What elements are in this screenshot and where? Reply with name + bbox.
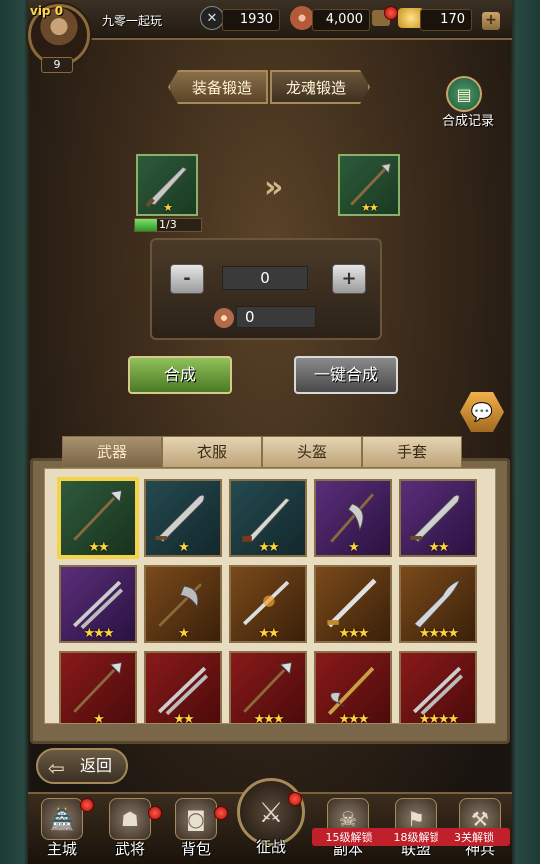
nav-bag[interactable]: ◙ 背包 <box>166 792 228 864</box>
crossed-swords-icon: ✕ <box>200 6 224 30</box>
inventory-item[interactable]: ★ <box>314 479 392 557</box>
inventory-item[interactable]: ★★ <box>229 565 307 643</box>
cost-value: 0 <box>236 306 316 328</box>
inventory-item[interactable]: ★★ <box>399 479 477 557</box>
general-icon: ☗ <box>109 798 151 840</box>
inventory-item[interactable]: ★ <box>59 651 137 724</box>
power-value: 1930 <box>222 9 280 31</box>
nav-generals[interactable]: ☗ 武将 <box>100 792 162 864</box>
progress-text: 1/3 <box>159 218 177 231</box>
notification-dot <box>80 798 94 812</box>
star-rating: ★★ <box>173 712 194 724</box>
star-rating: ★★★ <box>83 626 115 641</box>
nav-divine-weapon[interactable]: ⚒ 神兵 3关解锁 <box>438 792 510 864</box>
inventory-item[interactable]: ★★★★ <box>399 565 477 643</box>
inventory-item[interactable]: ★★ <box>229 479 307 557</box>
add-gold-button[interactable]: + <box>482 12 500 30</box>
notification-dot <box>214 806 228 820</box>
source-item-slot[interactable]: ★ <box>136 154 198 216</box>
lock-badge: 15级解锁 <box>312 828 386 846</box>
tab-weapons[interactable]: 武器 <box>62 436 162 468</box>
inventory-item[interactable]: ★★★ <box>314 565 392 643</box>
copper-coin-icon <box>214 308 234 328</box>
player-name: 九零一起玩 <box>102 14 163 28</box>
lock-badge: 3关解锁 <box>438 828 510 846</box>
nav-label: 主城 <box>46 840 77 858</box>
star-rating: ★★ <box>88 540 109 555</box>
tab-equipment-forge[interactable]: 装备锻造 <box>168 70 269 104</box>
back-label: 返回 <box>80 756 113 775</box>
target-item-slot[interactable]: ★★ <box>338 154 400 216</box>
inventory-item[interactable]: ★★★ <box>314 651 392 724</box>
vip-label: vip 0 <box>30 4 64 18</box>
inventory-item[interactable]: ★★ <box>59 479 137 557</box>
inventory-item[interactable]: ★★★ <box>59 565 137 643</box>
star-rating: ★ <box>178 540 190 555</box>
star-rating: ★ <box>348 540 360 555</box>
notification-dot <box>384 6 398 20</box>
nav-main-city[interactable]: 🏯 主城 <box>32 792 94 864</box>
copper-value: 4,000 <box>312 9 370 31</box>
tab-clothes[interactable]: 衣服 <box>162 436 262 468</box>
nav-label: 征战 <box>255 838 286 856</box>
gold-value: 170 <box>420 9 472 31</box>
tab-helmets[interactable]: 头盔 <box>262 436 362 468</box>
decrease-quantity-button[interactable]: - <box>170 264 204 294</box>
tab-dragon-soul-forge[interactable]: 龙魂锻造 <box>270 70 370 104</box>
star-rating: ★ <box>93 712 105 724</box>
star-rating: ★★★★ <box>418 626 460 641</box>
notification-dot <box>148 806 162 820</box>
bag-icon: ◙ <box>175 798 217 840</box>
inventory-item[interactable]: ★ <box>144 479 222 557</box>
synthesis-progress: 1/3 <box>134 218 202 232</box>
nav-dungeon[interactable]: ☠ 副本 15级解锁 <box>312 792 386 864</box>
star-rating: ★★★ <box>253 712 285 724</box>
increase-quantity-button[interactable]: + <box>332 264 366 294</box>
synthesis-record-label: 合成记录 <box>442 114 495 129</box>
notification-dot <box>288 792 302 806</box>
star-rating: ★★★ <box>338 712 370 724</box>
star-rating: ★★ <box>361 201 379 214</box>
chat-bubble-icon: 💬 <box>470 401 494 423</box>
star-rating: ★★ <box>258 626 279 641</box>
chevron-right-icon: » <box>264 170 284 205</box>
nav-alliance[interactable]: ⚑ 联盟 18级解锁 <box>380 792 454 864</box>
inventory-item[interactable]: ★ <box>144 565 222 643</box>
inventory-item[interactable]: ★★★★ <box>399 651 477 724</box>
scroll-icon: ▤ <box>456 84 472 104</box>
inventory-item[interactable]: ★★★ <box>229 651 307 724</box>
castle-icon: 🏯 <box>41 798 83 840</box>
nav-label: 武将 <box>114 840 145 858</box>
star-rating: ★ <box>163 201 173 214</box>
inventory-item[interactable]: ★★ <box>144 651 222 724</box>
copper-coin-icon <box>290 6 314 30</box>
quantity-field[interactable]: 0 <box>222 266 308 290</box>
nav-label: 背包 <box>180 840 211 858</box>
forge-tabs: 装备锻造 龙魂锻造 <box>168 70 372 106</box>
inventory-grid: ★★ ★ ★★ ★ ★★ ★★★ ★ ★★ ★★★ ★★★★ ★ ★★ ★★★ ★★★ ★★★★ <box>44 468 496 724</box>
star-rating: ★★ <box>428 540 449 555</box>
synthesize-button[interactable]: 合成 <box>128 356 232 394</box>
one-click-synthesize-button[interactable]: 一键合成 <box>294 356 398 394</box>
back-button[interactable]: ⇦ 返回 <box>36 748 128 784</box>
nav-campaign[interactable]: ⚔ 征战 <box>236 778 306 864</box>
progress-fill <box>135 219 157 231</box>
player-level: 9 <box>41 57 73 73</box>
synthesis-record-button[interactable]: ▤ <box>446 76 482 112</box>
star-rating: ★★★★ <box>418 712 460 724</box>
star-rating: ★★★ <box>338 626 370 641</box>
star-rating: ★★ <box>258 540 279 555</box>
arrow-left-icon: ⇦ <box>48 756 65 780</box>
star-rating: ★ <box>178 626 190 641</box>
tab-gloves[interactable]: 手套 <box>362 436 462 468</box>
inventory-tabs: 武器 衣服 头盔 手套 <box>62 436 462 468</box>
